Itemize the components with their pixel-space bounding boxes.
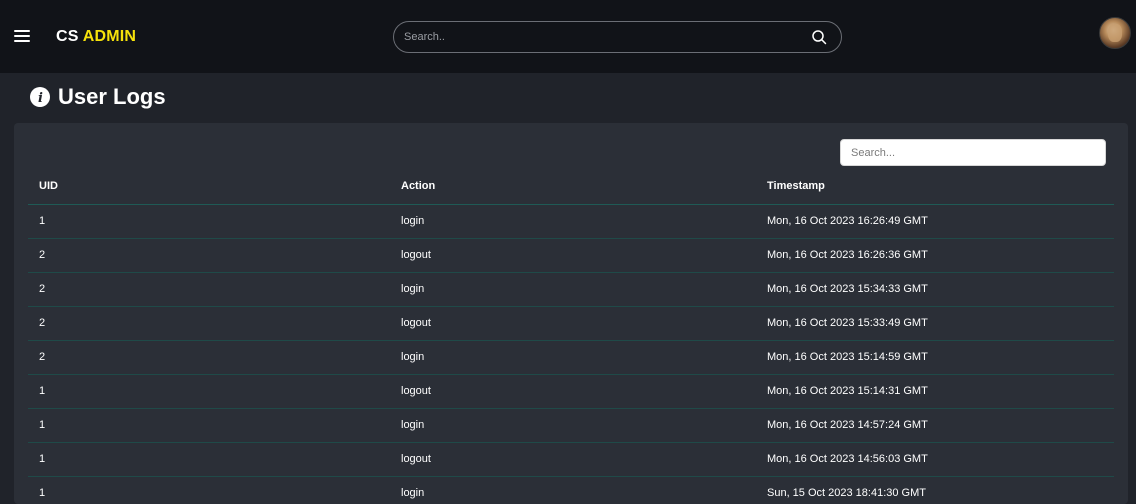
cell-uid: 2 [28,272,390,307]
table-row: 1 logout Mon, 16 Oct 2023 14:56:03 GMT [28,442,1114,477]
cell-action: logout [390,442,756,477]
column-header-timestamp[interactable]: Timestamp [756,169,1114,205]
info-circle-icon: i [30,87,50,107]
page-title: User Logs [58,84,166,109]
cell-uid: 1 [28,476,390,504]
table-row: 2 login Mon, 16 Oct 2023 15:14:59 GMT [28,340,1114,375]
table-row: 1 login Mon, 16 Oct 2023 16:26:49 GMT [28,204,1114,239]
cell-action: login [390,476,756,504]
top-navbar: CS ADMIN [0,0,1136,73]
menu-bar [14,40,30,42]
cell-timestamp: Mon, 16 Oct 2023 15:14:59 GMT [756,340,1114,375]
global-search [393,21,842,53]
table-row: 2 logout Mon, 16 Oct 2023 15:33:49 GMT [28,306,1114,341]
brand-accent: ADMIN [82,28,137,45]
table-row: 1 login Mon, 16 Oct 2023 14:57:24 GMT [28,408,1114,443]
search-icon[interactable] [811,29,827,45]
global-search-input[interactable] [404,22,794,52]
cell-uid: 1 [28,408,390,443]
cell-action: login [390,204,756,239]
table-row: 2 logout Mon, 16 Oct 2023 16:26:36 GMT [28,238,1114,273]
table-row: 2 login Mon, 16 Oct 2023 15:34:33 GMT [28,272,1114,307]
cell-timestamp: Mon, 16 Oct 2023 15:14:31 GMT [756,374,1114,409]
cell-uid: 1 [28,204,390,239]
cell-timestamp: Mon, 16 Oct 2023 14:57:24 GMT [756,408,1114,443]
cell-uid: 2 [28,238,390,273]
column-header-action[interactable]: Action [390,169,756,205]
brand-prefix: CS [56,28,79,45]
brand-logo[interactable]: CS ADMIN [56,28,136,46]
cell-timestamp: Mon, 16 Oct 2023 15:33:49 GMT [756,306,1114,341]
svg-text:i: i [38,91,43,106]
logs-table: UID Action Timestamp 1 login Mon, 16 Oct… [28,169,1114,504]
cell-uid: 1 [28,374,390,409]
user-avatar[interactable] [1099,17,1131,49]
table-search-input[interactable] [840,139,1106,166]
table-row: 1 logout Mon, 16 Oct 2023 15:14:31 GMT [28,374,1114,409]
cell-timestamp: Mon, 16 Oct 2023 16:26:36 GMT [756,238,1114,273]
cell-action: logout [390,238,756,273]
cell-uid: 2 [28,340,390,375]
menu-toggle-icon[interactable] [14,30,30,42]
cell-uid: 1 [28,442,390,477]
table-header-row: UID Action Timestamp [28,169,1114,205]
column-header-uid[interactable]: UID [28,169,390,205]
page-heading: i User Logs [30,84,166,110]
cell-uid: 2 [28,306,390,341]
cell-action: logout [390,374,756,409]
cell-action: login [390,408,756,443]
menu-bar [14,35,30,37]
menu-bar [14,30,30,32]
cell-timestamp: Mon, 16 Oct 2023 15:34:33 GMT [756,272,1114,307]
cell-timestamp: Mon, 16 Oct 2023 14:56:03 GMT [756,442,1114,477]
cell-action: login [390,272,756,307]
cell-action: logout [390,306,756,341]
cell-timestamp: Mon, 16 Oct 2023 16:26:49 GMT [756,204,1114,239]
logs-panel: UID Action Timestamp 1 login Mon, 16 Oct… [14,123,1128,504]
table-row: 1 login Sun, 15 Oct 2023 18:41:30 GMT [28,476,1114,504]
cell-action: login [390,340,756,375]
cell-timestamp: Sun, 15 Oct 2023 18:41:30 GMT [756,476,1114,504]
